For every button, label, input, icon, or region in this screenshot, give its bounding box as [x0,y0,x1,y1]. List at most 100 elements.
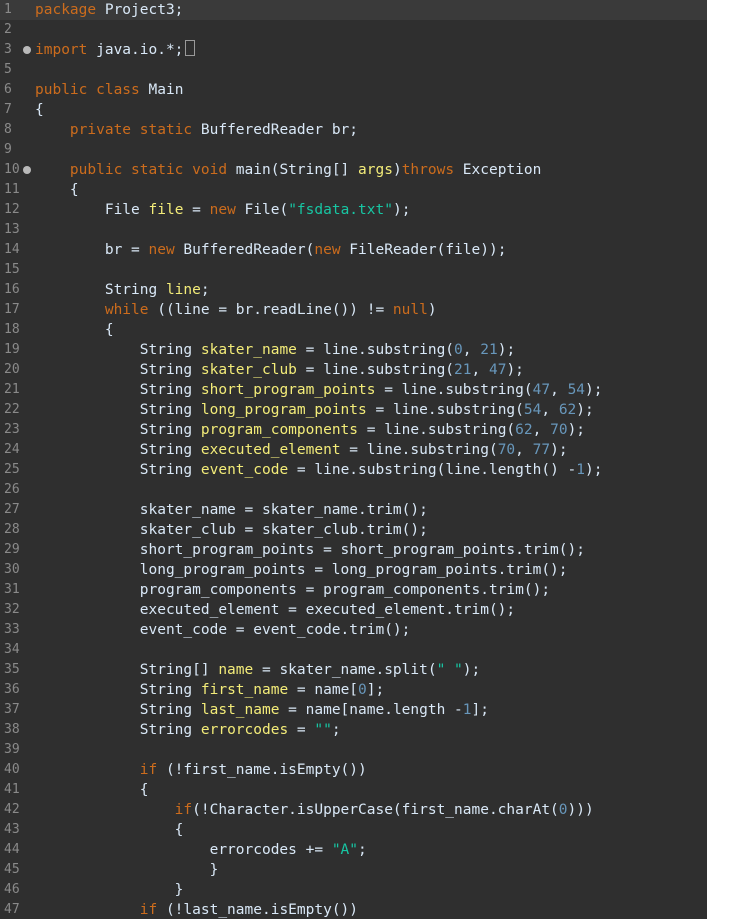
line-gutter: 1 [0,0,34,20]
code-line[interactable]: 16 String line; [0,280,707,300]
fold-toggle-icon[interactable] [23,46,31,54]
code-text: private static BufferedReader br; [35,120,358,140]
code-line[interactable]: 40 if (!first_name.isEmpty()) [0,760,707,780]
code-line[interactable]: 20 String skater_club = line.substring(2… [0,360,707,380]
code-line[interactable]: 29 short_program_points = short_program_… [0,540,707,560]
code-token: BufferedReader( [183,242,315,258]
code-line[interactable]: 35 String[] name = skater_name.split(" "… [0,660,707,680]
code-line[interactable]: 28 skater_club = skater_club.trim(); [0,520,707,540]
code-token: package [35,2,105,18]
line-number: 9 [4,142,12,157]
line-gutter: 36 [0,680,34,700]
code-token: (!Character.isUpperCase(first_name.charA… [192,802,559,818]
code-token: = line.substring( [296,362,455,378]
code-line[interactable]: 6 public class Main [0,80,707,100]
code-line[interactable]: 10 public static void main(String[] args… [0,160,707,180]
line-number: 43 [4,822,20,837]
code-line[interactable]: 7{ [0,100,707,120]
code-token: File [35,202,149,218]
code-token: String [35,722,201,738]
code-token: skater_club = skater_club.trim(); [35,522,428,538]
code-line[interactable]: 23 String program_components = line.subs… [0,420,707,440]
code-token: event_code [200,462,289,478]
line-gutter: 43 [0,820,34,840]
code-line[interactable]: 14 br = new BufferedReader(new FileReade… [0,240,707,260]
code-text: String last_name = name[name.length -1]; [35,700,489,720]
line-gutter: 37 [0,700,34,720]
code-line[interactable]: 22 String long_program_points = line.sub… [0,400,707,420]
fold-toggle-icon[interactable] [23,166,31,174]
line-number: 46 [4,882,20,897]
code-line[interactable]: 42 if(!Character.isUpperCase(first_name.… [0,800,707,820]
line-number: 47 [4,902,20,917]
code-line[interactable]: 8 private static BufferedReader br; [0,120,707,140]
code-line[interactable]: 36 String first_name = name[0]; [0,680,707,700]
collapsed-imports-icon[interactable] [185,40,196,56]
code-token: executed_element [200,442,341,458]
code-line[interactable]: 25 String event_code = line.substring(li… [0,460,707,480]
code-line[interactable]: 24 String executed_element = line.substr… [0,440,707,460]
code-token: errorcodes += [35,842,332,858]
code-token: executed_element = executed_element.trim… [35,602,516,618]
code-line[interactable]: 43 { [0,820,707,840]
code-line[interactable]: 34 [0,640,707,660]
code-line[interactable]: 45 } [0,860,707,880]
code-text: String[] name = skater_name.split(" "); [35,660,481,680]
code-line[interactable]: 41 { [0,780,707,800]
line-number: 22 [4,402,20,417]
code-line[interactable]: 38 String errorcodes = ""; [0,720,707,740]
code-line[interactable]: 13 [0,220,707,240]
code-line[interactable]: 2 [0,20,707,40]
code-line[interactable]: 30 long_program_points = long_program_po… [0,560,707,580]
code-editor[interactable]: 1 package Project3; 2 3 import java.io.*; 5 6 p… [0,0,707,919]
code-line[interactable]: 46 } [0,880,707,900]
code-line[interactable]: 17 while ((line = br.readLine()) != null… [0,300,707,320]
line-number: 31 [4,582,20,597]
code-token: BufferedReader br; [200,122,359,138]
code-token: " " [436,662,463,678]
code-line[interactable]: 31 program_components = program_componen… [0,580,707,600]
code-text: String skater_name = line.substring(0, 2… [35,340,515,360]
code-text: public static void main(String[] args)th… [35,160,541,180]
code-text: import java.io.*; [35,40,196,60]
code-token: String[] [35,662,219,678]
code-line[interactable]: 26 [0,480,707,500]
line-number: 15 [4,262,20,277]
code-token: ); [567,422,586,438]
code-line[interactable]: 3 import java.io.*; [0,40,707,60]
code-token: throws [401,162,463,178]
code-line[interactable]: 32 executed_element = executed_element.t… [0,600,707,620]
code-line[interactable]: 47 if (!last_name.isEmpty()) [0,900,707,919]
code-text: { [35,180,79,200]
code-line[interactable]: 39 [0,740,707,760]
line-number: 44 [4,842,20,857]
code-text: long_program_points = long_program_point… [35,560,568,580]
code-line[interactable]: 5 [0,60,707,80]
code-line[interactable]: 15 [0,260,707,280]
code-text: String executed_element = line.substring… [35,440,568,460]
code-line[interactable]: 1 package Project3; [0,0,707,20]
code-line[interactable]: 21 String short_program_points = line.su… [0,380,707,400]
code-line[interactable]: 44 errorcodes += "A"; [0,840,707,860]
code-token: import [35,42,97,58]
line-number: 12 [4,202,20,217]
code-token: ))) [567,802,594,818]
code-line[interactable]: 18 { [0,320,707,340]
code-line[interactable]: 33 event_code = event_code.trim(); [0,620,707,640]
code-line[interactable]: 27 skater_name = skater_name.trim(); [0,500,707,520]
code-token: long_program_points [200,402,367,418]
code-line[interactable]: 19 String skater_name = line.substring(0… [0,340,707,360]
code-token: ; [358,842,367,858]
code-line[interactable]: 37 String last_name = name[name.length -… [0,700,707,720]
code-token: = line.substring( [296,342,455,358]
code-token: ]; [366,682,385,698]
line-number: 36 [4,682,20,697]
code-token: = line.substring( [340,442,498,458]
line-number: 34 [4,642,20,657]
line-number: 21 [4,382,20,397]
code-line[interactable]: 11 { [0,180,707,200]
code-token: while [35,302,158,318]
code-line[interactable]: 9 [0,140,707,160]
code-line[interactable]: 12 File file = new File("fsdata.txt"); [0,200,707,220]
code-token: { [35,822,184,838]
